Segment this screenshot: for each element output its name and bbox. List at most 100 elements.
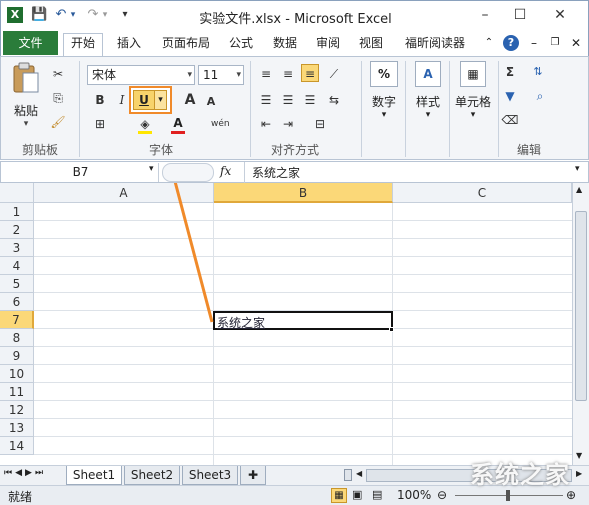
cells-icon: ▦ xyxy=(460,61,486,87)
sort-filter-icon[interactable]: ⇅ xyxy=(529,63,547,81)
insert-sheet-icon[interactable]: ✚ xyxy=(240,466,266,485)
underline-dropdown-icon[interactable]: ▾ xyxy=(155,90,167,110)
doc-close-icon[interactable]: ✕ xyxy=(569,34,583,56)
group-separator xyxy=(361,61,362,157)
orientation-icon[interactable]: ⟋ xyxy=(325,65,343,83)
fill-color-swatch xyxy=(138,131,152,134)
page-break-view-icon[interactable]: ▤ xyxy=(372,488,382,501)
font-name-combo[interactable]: 宋体 ▾ xyxy=(87,65,195,85)
styles-label: 样式 xyxy=(415,95,440,109)
zoom-out-icon[interactable]: ⊖ xyxy=(437,488,447,502)
font-color-icon[interactable]: A xyxy=(169,114,187,132)
cells-button[interactable]: ▦ 单元格 ▾ xyxy=(451,61,495,133)
chevron-down-icon: ▾ xyxy=(236,70,241,80)
number-button[interactable]: % 数字 ▾ xyxy=(367,61,401,133)
tab-formulas[interactable]: 公式 xyxy=(223,34,259,56)
align-right-icon[interactable]: ☰ xyxy=(301,91,319,109)
minimize-ribbon-icon[interactable]: ⌃ xyxy=(482,34,496,56)
borders-icon[interactable]: ⊞ xyxy=(91,115,109,133)
grow-font-button[interactable]: A xyxy=(181,91,199,109)
name-box[interactable]: B7 xyxy=(3,163,159,182)
annotation-arrow-icon xyxy=(173,183,214,323)
editing-group-label: 编辑 xyxy=(516,143,541,157)
sheet-tab-sheet2[interactable]: Sheet2 xyxy=(124,466,180,485)
scroll-right-icon[interactable]: ▶ xyxy=(576,469,582,478)
align-bottom-icon[interactable]: ≡ xyxy=(301,64,319,82)
title-bar: X 💾 ↶ ▾ ↷ ▾ ▾ 实验文件.xlsx - Microsoft Exce… xyxy=(0,0,589,30)
name-box-dropdown-icon[interactable]: ▾ xyxy=(149,164,154,174)
align-left-icon[interactable]: ☰ xyxy=(257,91,275,109)
formula-bar: B7 ▾ fx 系统之家 ▾ xyxy=(0,161,589,183)
number-label: 数字 xyxy=(371,95,396,109)
doc-restore-icon[interactable]: ❐ xyxy=(548,34,562,56)
align-middle-icon[interactable]: ≡ xyxy=(279,65,297,83)
tab-home[interactable]: 开始 xyxy=(63,33,103,57)
formula-input[interactable]: 系统之家 xyxy=(252,164,300,181)
tab-review[interactable]: 审阅 xyxy=(310,34,346,56)
ribbon-tabs: 文件 开始 插入 页面布局 公式 数据 审阅 视图 福昕阅读器 ⌃ ? – ❐ … xyxy=(0,30,589,57)
phonetic-icon[interactable]: wén xyxy=(211,115,230,133)
scroll-up-icon[interactable]: ▲ xyxy=(576,185,582,194)
paste-button[interactable]: 粘贴 ▾ xyxy=(9,61,43,129)
tab-data[interactable]: 数据 xyxy=(267,34,303,56)
zoom-slider-thumb[interactable] xyxy=(506,490,510,501)
wrap-text-icon[interactable]: ⇆ xyxy=(325,91,343,109)
status-ready: 就绪 xyxy=(8,490,33,504)
find-select-icon[interactable]: ⌕ xyxy=(531,87,549,105)
window-title: 实验文件.xlsx - Microsoft Excel xyxy=(199,12,392,27)
autosum-icon[interactable]: Σ xyxy=(501,63,519,81)
alignment-group-label: 对齐方式 xyxy=(270,143,319,157)
close-button[interactable]: ✕ xyxy=(546,5,574,25)
scroll-down-icon[interactable]: ▼ xyxy=(576,451,582,460)
sheet-tab-sheet3[interactable]: Sheet3 xyxy=(182,466,238,485)
copy-icon[interactable]: ⎘ xyxy=(49,89,67,107)
shrink-font-button[interactable]: A xyxy=(202,93,220,111)
format-painter-icon[interactable]: 🖌 xyxy=(49,113,67,131)
file-tab[interactable]: 文件 xyxy=(3,31,58,55)
decrease-indent-icon[interactable]: ⇤ xyxy=(257,115,275,133)
formula-bar-splitter[interactable] xyxy=(162,163,214,182)
align-center-icon[interactable]: ☰ xyxy=(279,91,297,109)
normal-view-icon[interactable]: ▦ xyxy=(331,488,347,503)
bold-button[interactable]: B xyxy=(91,91,109,109)
tab-page-layout[interactable]: 页面布局 xyxy=(156,34,216,56)
help-icon[interactable]: ? xyxy=(503,35,519,51)
hscroll-splitter[interactable] xyxy=(344,469,352,481)
sheet-tab-sheet1[interactable]: Sheet1 xyxy=(66,466,122,485)
tab-view[interactable]: 视图 xyxy=(353,34,389,56)
minimize-button[interactable]: – xyxy=(471,5,499,25)
zoom-in-icon[interactable]: ⊕ xyxy=(566,488,576,502)
page-layout-view-icon[interactable]: ▣ xyxy=(352,488,362,501)
scroll-left-icon[interactable]: ◀ xyxy=(356,469,362,478)
fill-icon[interactable]: ▼ xyxy=(501,87,519,105)
clipboard-group-label: 剪贴板 xyxy=(21,143,58,157)
merge-center-icon[interactable]: ⊟ xyxy=(311,115,329,133)
tab-insert[interactable]: 插入 xyxy=(109,34,149,56)
group-separator xyxy=(250,61,251,157)
clear-icon[interactable]: ⌫ xyxy=(501,111,519,129)
font-size-combo[interactable]: 11 ▾ xyxy=(198,65,244,85)
cells-label: 单元格 xyxy=(454,95,491,109)
vertical-scrollbar[interactable]: ▲ ▼ xyxy=(572,183,589,465)
worksheet-grid[interactable]: A B C 1 2 3 4 5 6 7 8 9 10 11 12 13 14 系统之家 xyxy=(0,183,572,465)
insert-function-icon[interactable]: fx xyxy=(220,164,231,178)
zoom-level[interactable]: 100% xyxy=(397,488,431,502)
tab-foxit-reader[interactable]: 福昕阅读器 xyxy=(397,34,473,56)
styles-icon: A xyxy=(415,61,441,87)
sheet-nav-icons[interactable]: ⏮◀▶⏭ xyxy=(4,468,46,478)
increase-indent-icon[interactable]: ⇥ xyxy=(279,115,297,133)
expand-formula-icon[interactable]: ▾ xyxy=(575,164,580,174)
watermark-text: 系统之家 xyxy=(470,461,570,489)
cut-icon[interactable]: ✂ xyxy=(49,65,67,83)
group-separator xyxy=(79,61,80,157)
styles-button[interactable]: A 样式 ▾ xyxy=(409,61,447,133)
scroll-thumb[interactable] xyxy=(575,211,587,401)
formula-divider xyxy=(244,162,245,183)
underline-button[interactable]: U xyxy=(133,90,155,110)
paste-label: 粘贴 xyxy=(13,104,38,118)
maximize-button[interactable]: ☐ xyxy=(506,5,534,25)
group-separator xyxy=(405,61,406,157)
align-top-icon[interactable]: ≡ xyxy=(257,65,275,83)
doc-minimize-icon[interactable]: – xyxy=(527,34,541,56)
ribbon: 粘贴 ▾ ✂ ⎘ 🖌 剪贴板 宋体 ▾ 11 ▾ B I U ▾ A A ⊞ ◈… xyxy=(0,56,589,160)
